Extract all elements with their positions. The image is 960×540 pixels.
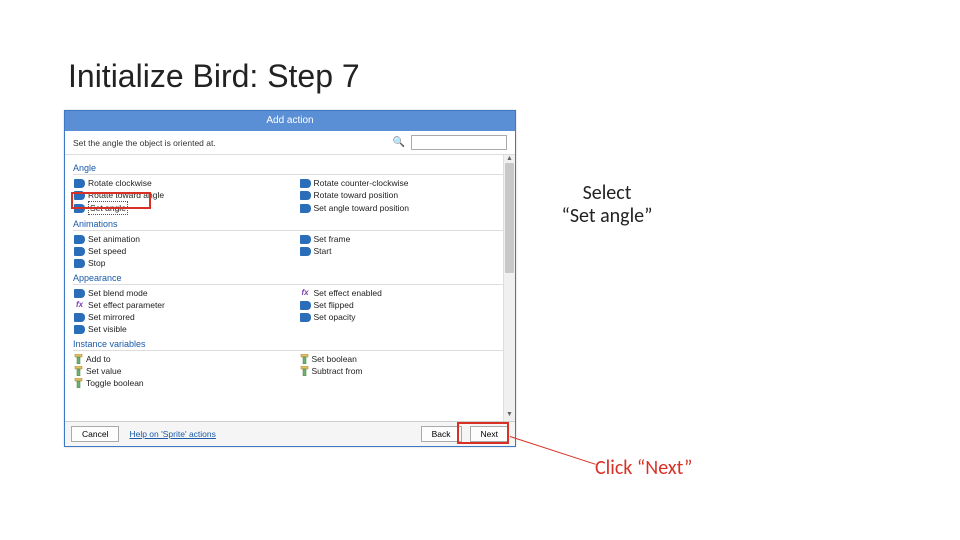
action-item[interactable]: Set speed [73, 245, 287, 257]
variable-icon [74, 378, 83, 388]
sprite-icon [300, 179, 311, 188]
group-items: Add to Set boolean Set value Subtract from T… [73, 353, 512, 389]
action-item[interactable]: Set flipped [299, 299, 513, 311]
search-input[interactable] [411, 135, 507, 150]
action-description: Set the angle the object is oriented at. [73, 138, 387, 148]
dialog-footer: Cancel Help on 'Sprite' actions Back Nex… [65, 421, 515, 446]
sprite-icon [74, 204, 85, 213]
action-item[interactable]: Subtract from [299, 365, 513, 377]
action-item[interactable]: Rotate clockwise [73, 177, 287, 189]
dialog-title: Add action [65, 111, 515, 131]
variable-icon [300, 354, 309, 364]
action-item[interactable]: Set visible [73, 323, 287, 335]
action-label: Set blend mode [88, 287, 148, 299]
sprite-icon [300, 313, 311, 322]
variable-icon [74, 354, 83, 364]
action-item[interactable]: fxSet effect parameter [73, 299, 287, 311]
action-label: Set animation [88, 233, 140, 245]
action-item[interactable]: Add to [73, 353, 287, 365]
action-item[interactable]: Toggle boolean [73, 377, 287, 389]
action-label: Start [314, 245, 332, 257]
connector-line [510, 436, 596, 465]
back-button[interactable]: Back [421, 426, 462, 442]
group-header: Instance variables [73, 339, 512, 351]
add-action-dialog: Add action Set the angle the object is o… [64, 110, 516, 447]
action-item[interactable]: Set value [73, 365, 287, 377]
sprite-icon [300, 191, 311, 200]
sprite-icon [74, 259, 85, 268]
action-item[interactable]: Set opacity [299, 311, 513, 323]
action-label: Set angle [88, 201, 128, 215]
action-label: Set visible [88, 323, 127, 335]
action-item[interactable]: fxSet effect enabled [299, 287, 513, 299]
sprite-icon [300, 204, 311, 213]
action-label: Subtract from [312, 365, 363, 377]
callout-text: Select [542, 182, 672, 205]
group-header: Animations [73, 219, 512, 231]
variable-icon [300, 366, 309, 376]
action-item[interactable]: Set animation [73, 233, 287, 245]
description-row: Set the angle the object is oriented at.… [65, 131, 515, 155]
sprite-icon [300, 301, 311, 310]
action-list-area: Angle Rotate clockwise Rotate counter-cloc… [65, 155, 515, 422]
action-label: Toggle boolean [86, 377, 144, 389]
action-label: Rotate counter-clockwise [314, 177, 409, 189]
callout-text: “Set angle” [542, 205, 672, 228]
group-header: Angle [73, 163, 512, 175]
action-item[interactable]: Start [299, 245, 513, 257]
scrollbar[interactable]: ▲ ▼ [503, 155, 515, 421]
next-button[interactable]: Next [470, 426, 509, 442]
action-label: Set effect enabled [314, 287, 382, 299]
fx-icon: fx [74, 301, 85, 310]
group-items: Rotate clockwise Rotate counter-clockwise… [73, 177, 512, 215]
action-item[interactable]: Set frame [299, 233, 513, 245]
scroll-thumb[interactable] [505, 163, 514, 273]
action-item[interactable]: Rotate toward position [299, 189, 513, 201]
variable-icon [74, 366, 83, 376]
action-item[interactable]: Rotate counter-clockwise [299, 177, 513, 189]
action-item[interactable]: Set blend mode [73, 287, 287, 299]
action-label: Set opacity [314, 311, 356, 323]
callout-select-set-angle: Select “Set angle” [542, 182, 672, 228]
action-list: Angle Rotate clockwise Rotate counter-cloc… [65, 155, 515, 422]
action-label: Add to [86, 353, 111, 365]
action-item[interactable]: Rotate toward angle [73, 189, 287, 201]
sprite-icon [300, 235, 311, 244]
action-label: Set value [86, 365, 121, 377]
action-item[interactable]: Set boolean [299, 353, 513, 365]
action-item[interactable]: Set angle [73, 201, 287, 215]
action-label: Rotate toward angle [88, 189, 164, 201]
action-item[interactable]: Set mirrored [73, 311, 287, 323]
sprite-icon [74, 325, 85, 334]
fx-icon: fx [300, 289, 311, 298]
action-label: Set flipped [314, 299, 354, 311]
action-label: Stop [88, 257, 106, 269]
group-items: Set blend modefxSet effect enabledfxSet … [73, 287, 512, 335]
cancel-button[interactable]: Cancel [71, 426, 119, 442]
sprite-icon [74, 235, 85, 244]
search-icon[interactable]: 🔍 [393, 137, 405, 148]
group-header: Appearance [73, 273, 512, 285]
action-label: Rotate toward position [314, 189, 399, 201]
sprite-icon [74, 247, 85, 256]
group-items: Set animation Set frame Set speed Start Stop [73, 233, 512, 269]
action-item[interactable]: Stop [73, 257, 287, 269]
action-label: Set boolean [312, 353, 357, 365]
scroll-down-arrow-icon[interactable]: ▼ [504, 411, 515, 421]
help-link[interactable]: Help on 'Sprite' actions [129, 429, 215, 439]
action-label: Set mirrored [88, 311, 135, 323]
sprite-icon [74, 191, 85, 200]
action-label: Rotate clockwise [88, 177, 152, 189]
callout-click-next: Click “Next” [595, 456, 692, 480]
action-label: Set frame [314, 233, 351, 245]
action-label: Set effect parameter [88, 299, 165, 311]
slide-title: Initialize Bird: Step 7 [68, 58, 360, 95]
action-label: Set speed [88, 245, 126, 257]
sprite-icon [74, 289, 85, 298]
action-item[interactable]: Set angle toward position [299, 201, 513, 215]
sprite-icon [74, 179, 85, 188]
sprite-icon [74, 313, 85, 322]
sprite-icon [300, 247, 311, 256]
action-label: Set angle toward position [314, 202, 409, 214]
